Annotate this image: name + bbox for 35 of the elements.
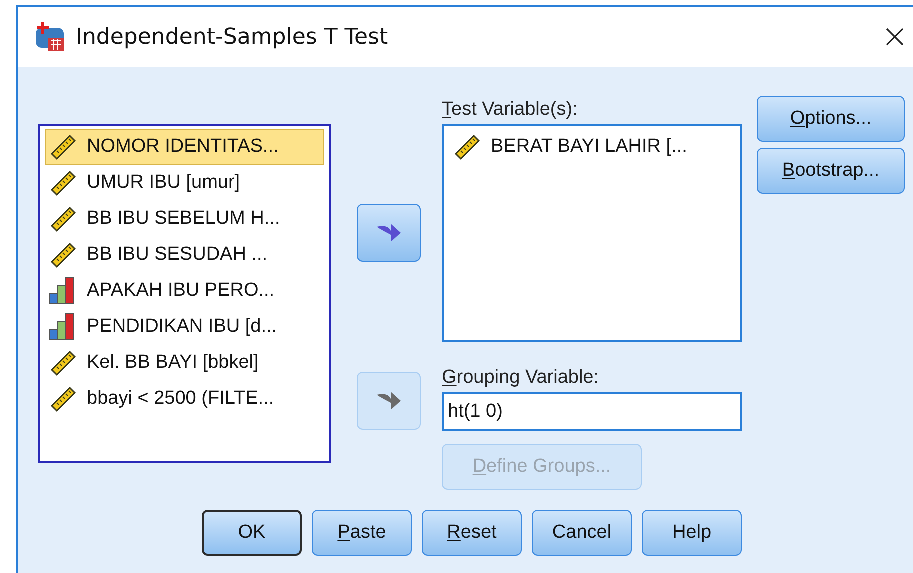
window-title: Independent-Samples T Test — [76, 24, 388, 52]
bar-chart-icon — [49, 277, 77, 305]
ruler-icon — [453, 133, 481, 161]
dialog-button[interactable]: Cancel — [532, 510, 632, 556]
ruler-icon — [49, 169, 77, 197]
dialog-button[interactable]: Bootstrap... — [757, 148, 905, 194]
close-icon[interactable] — [885, 27, 905, 47]
grouping-variable-label: Grouping Variable: — [442, 366, 600, 390]
arrow-icon — [375, 389, 403, 413]
test-variables-list[interactable]: BERAT BAYI LAHIR [... — [442, 124, 742, 342]
ruler-icon — [49, 241, 77, 269]
variable-list[interactable]: NOMOR IDENTITAS... UMUR IBU [umur] BB IBU SEBELUM H... BB IBU SESUDAH ... APAKAH IBU PERO... PENDIDIKAN IBU [d... Kel. BB BAYI [bbkel] bbayi < 2500 (FILTE... — [38, 124, 331, 463]
arrow-icon — [375, 221, 403, 245]
ruler-icon — [49, 133, 77, 161]
variable-item[interactable]: bbayi < 2500 (FILTE... — [45, 381, 324, 417]
dialog-button[interactable]: OK — [202, 510, 302, 556]
dialog-button[interactable]: Options... — [757, 96, 905, 142]
test-variables-label: Test Variable(s): — [442, 98, 579, 122]
variable-item[interactable]: NOMOR IDENTITAS... — [45, 129, 324, 165]
variable-item[interactable]: Kel. BB BAYI [bbkel] — [45, 345, 324, 381]
move-button[interactable] — [357, 204, 421, 262]
bar-chart-icon — [49, 313, 77, 341]
dialog-button[interactable]: Paste — [312, 510, 412, 556]
grouping-variable-field[interactable]: ht(1 0) — [442, 392, 742, 431]
ruler-icon — [49, 385, 77, 413]
dialog-button[interactable]: Help — [642, 510, 742, 556]
ruler-icon — [49, 349, 77, 377]
variable-item[interactable]: BB IBU SESUDAH ... — [45, 237, 324, 273]
variable-item[interactable]: UMUR IBU [umur] — [45, 165, 324, 201]
variable-item[interactable]: PENDIDIKAN IBU [d... — [45, 309, 324, 345]
variable-item[interactable]: BB IBU SEBELUM H... — [45, 201, 324, 237]
variable-item[interactable]: APAKAH IBU PERO... — [45, 273, 324, 309]
dialog-button[interactable]: Reset — [422, 510, 522, 556]
variable-item[interactable]: BERAT BAYI LAHIR [... — [449, 129, 735, 165]
ruler-icon — [49, 205, 77, 233]
